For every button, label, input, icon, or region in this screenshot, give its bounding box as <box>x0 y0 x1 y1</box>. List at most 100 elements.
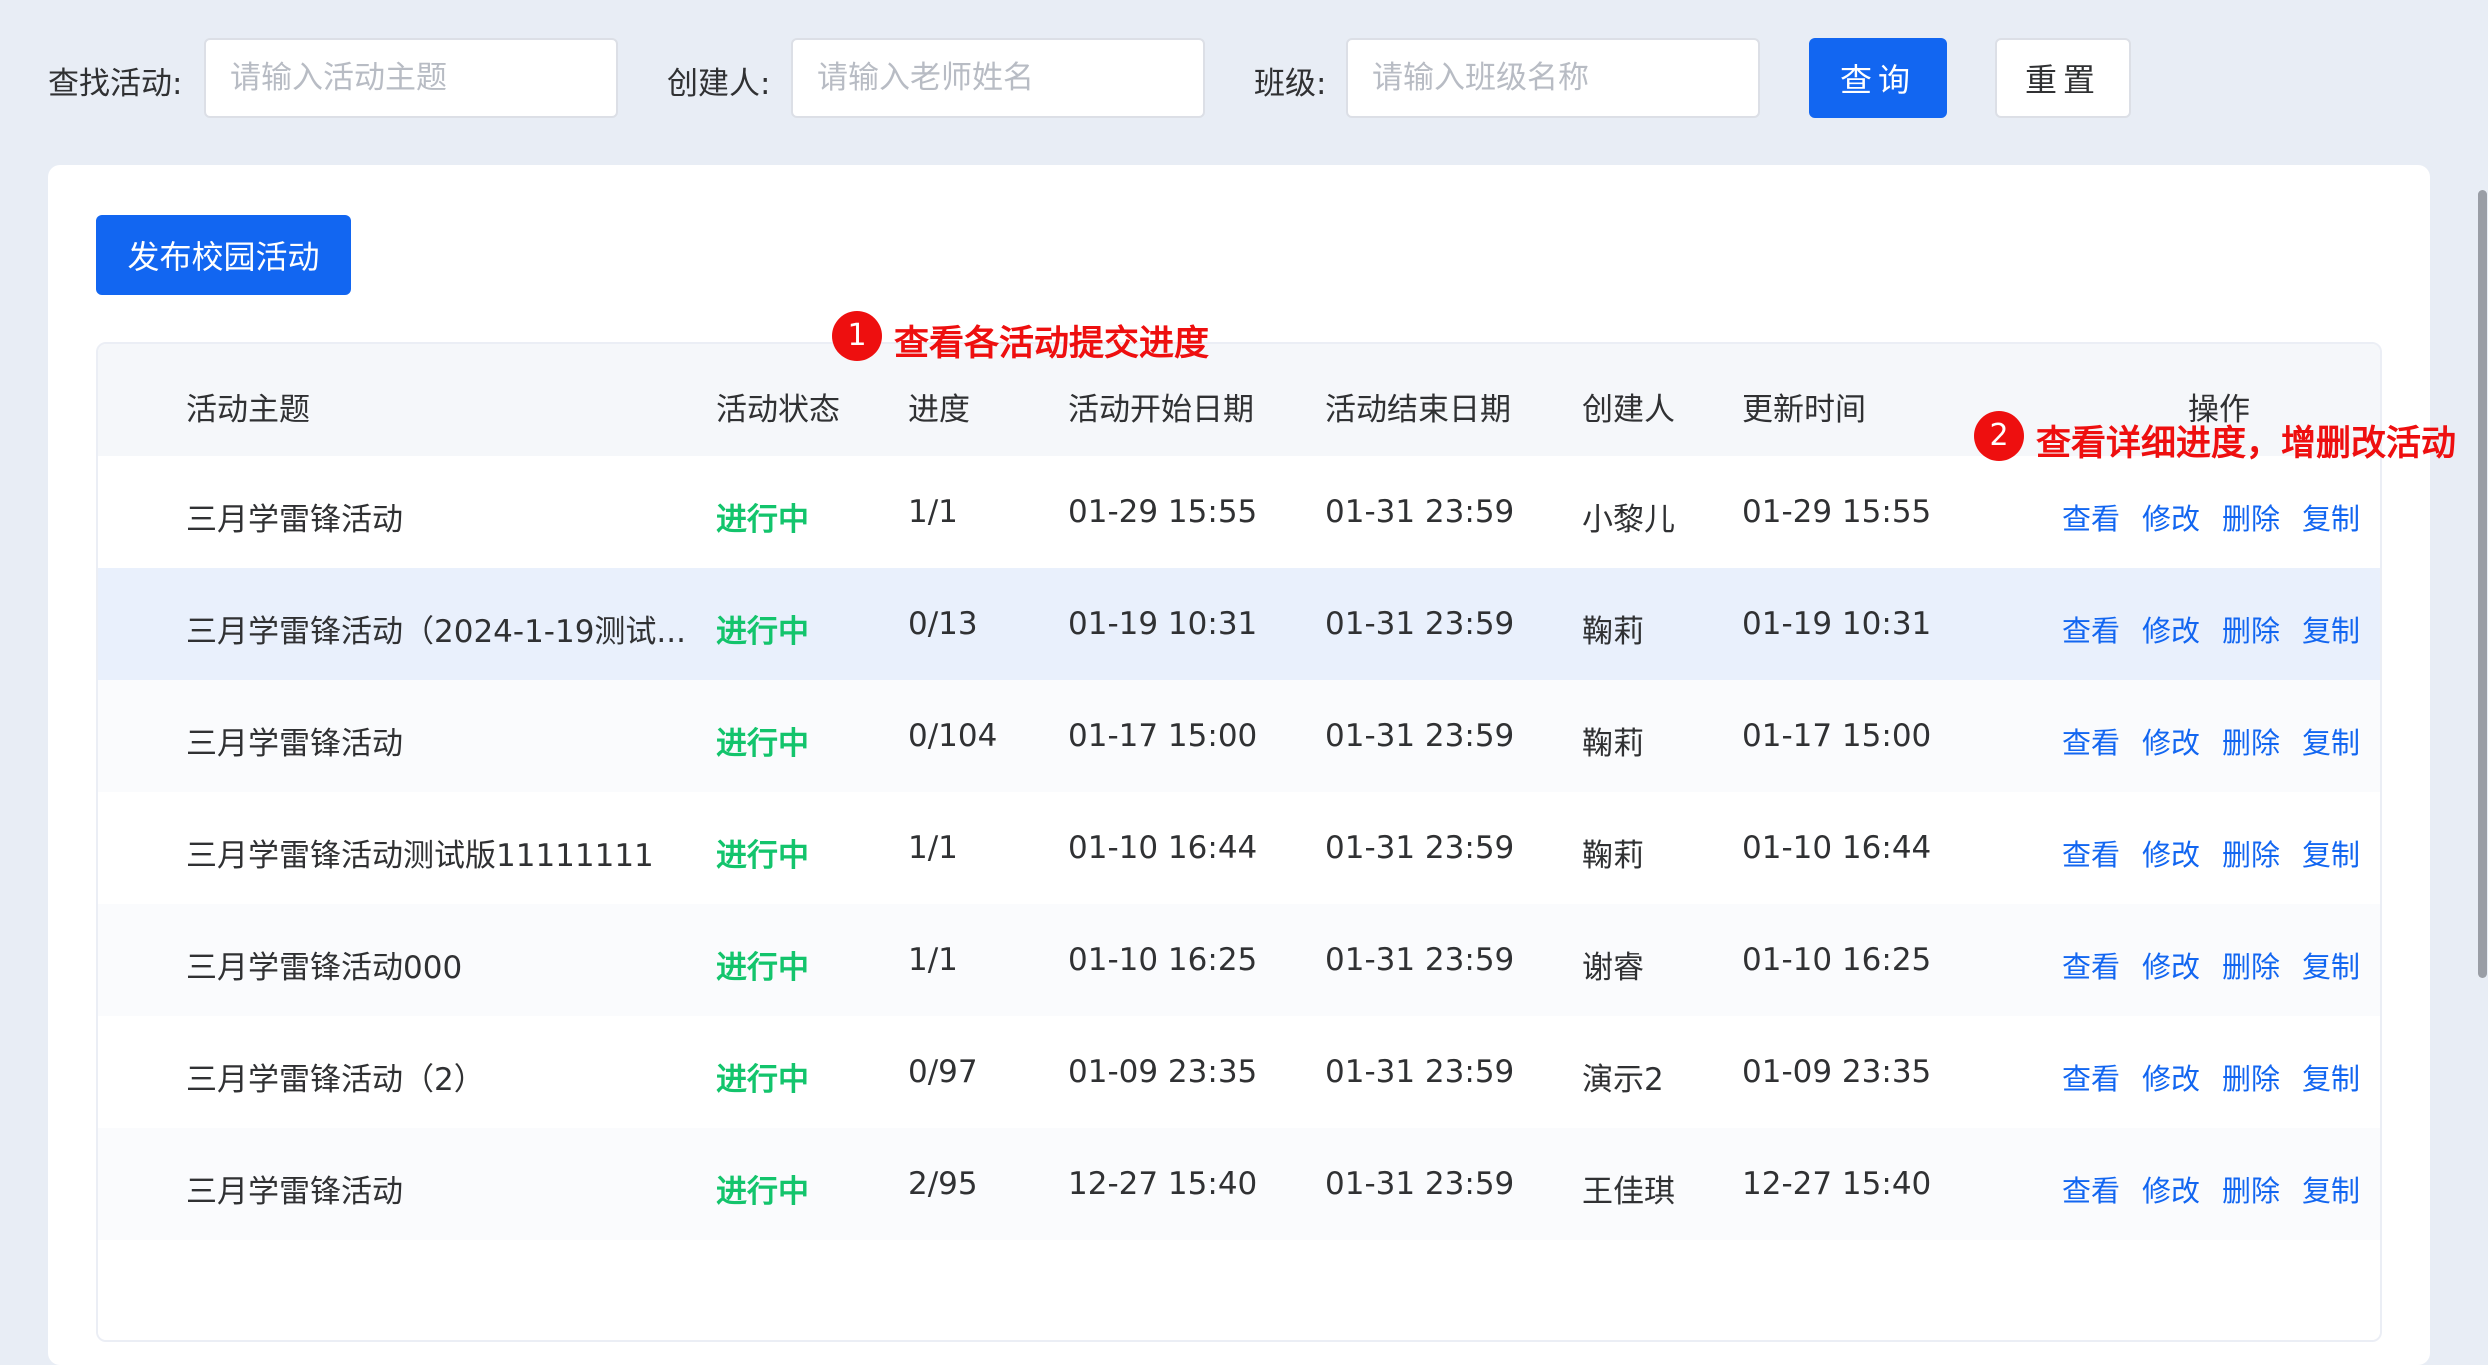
row-topic: 三月学雷锋活动 <box>186 726 403 762</box>
copy-link[interactable]: 复制 <box>2302 608 2360 650</box>
annotation-text: 查看各活动提交进度 <box>894 324 1210 364</box>
annotation-number-badge: 1 <box>832 311 882 361</box>
view-link[interactable]: 查看 <box>2062 720 2120 762</box>
delete-link[interactable]: 删除 <box>2222 832 2280 874</box>
edit-link[interactable]: 修改 <box>2142 1056 2200 1098</box>
view-link[interactable]: 查看 <box>2062 832 2120 874</box>
edit-link[interactable]: 修改 <box>2142 496 2200 538</box>
copy-link[interactable]: 复制 <box>2302 832 2360 874</box>
row-progress: 0/97 <box>908 1054 978 1090</box>
row-end-date: 01-31 23:59 <box>1325 830 1515 866</box>
row-updated-time: 01-19 10:31 <box>1742 606 1932 642</box>
table-row[interactable]: 三月学雷锋活动（2） 进行中 0/97 01-09 23:35 01-31 23… <box>98 1016 2380 1128</box>
header-status: 活动状态 <box>716 392 840 428</box>
row-progress: 2/95 <box>908 1166 978 1202</box>
creator-search-label: 创建人: <box>667 66 771 102</box>
header-creator: 创建人 <box>1582 392 1675 428</box>
copy-link[interactable]: 复制 <box>2302 1056 2360 1098</box>
view-link[interactable]: 查看 <box>2062 496 2120 538</box>
edit-link[interactable]: 修改 <box>2142 608 2200 650</box>
row-end-date: 01-31 23:59 <box>1325 942 1515 978</box>
table-row[interactable]: 三月学雷锋活动 进行中 1/1 01-29 15:55 01-31 23:59 … <box>98 456 2380 568</box>
delete-link[interactable]: 删除 <box>2222 608 2280 650</box>
table-row[interactable]: 三月学雷锋活动000 进行中 1/1 01-10 16:25 01-31 23:… <box>98 904 2380 1016</box>
row-status: 进行中 <box>716 838 809 874</box>
delete-link[interactable]: 删除 <box>2222 496 2280 538</box>
row-end-date: 01-31 23:59 <box>1325 494 1515 530</box>
row-start-date: 01-10 16:44 <box>1068 830 1258 866</box>
edit-link[interactable]: 修改 <box>2142 1168 2200 1210</box>
table-row[interactable]: 三月学雷锋活动 进行中 2/95 12-27 15:40 01-31 23:59… <box>98 1128 2380 1240</box>
row-status: 进行中 <box>716 1062 809 1098</box>
annotation-number-badge: 2 <box>1974 411 2024 461</box>
row-progress: 0/13 <box>908 606 978 642</box>
activity-search-label: 查找活动: <box>48 66 183 102</box>
row-creator: 王佳琪 <box>1582 1174 1675 1210</box>
delete-link[interactable]: 删除 <box>2222 1056 2280 1098</box>
header-updated-time: 更新时间 <box>1742 392 1866 428</box>
row-start-date: 01-29 15:55 <box>1068 494 1258 530</box>
edit-link[interactable]: 修改 <box>2142 720 2200 762</box>
view-link[interactable]: 查看 <box>2062 608 2120 650</box>
row-updated-time: 01-10 16:44 <box>1742 830 1932 866</box>
annotation-text: 查看详细进度，增删改活动 <box>2036 424 2457 464</box>
row-creator: 鞠莉 <box>1582 614 1644 650</box>
row-topic: 三月学雷锋活动（2） <box>186 1062 485 1098</box>
row-status: 进行中 <box>716 502 809 538</box>
reset-button[interactable]: 重置 <box>1995 38 2131 118</box>
activity-table: 活动主题 活动状态 进度 活动开始日期 活动结束日期 创建人 更新时间 操作 三… <box>96 342 2382 1342</box>
copy-link[interactable]: 复制 <box>2302 720 2360 762</box>
table-row-partial[interactable] <box>98 1240 2380 1340</box>
header-topic: 活动主题 <box>186 392 310 428</box>
row-end-date: 01-31 23:59 <box>1325 1054 1515 1090</box>
row-creator: 演示2 <box>1582 1062 1664 1098</box>
row-topic: 三月学雷锋活动 <box>186 502 403 538</box>
table-row[interactable]: 三月学雷锋活动（2024-1-19测试... 进行中 0/13 01-19 10… <box>98 568 2380 680</box>
row-start-date: 01-09 23:35 <box>1068 1054 1258 1090</box>
activity-search-input[interactable] <box>204 38 618 118</box>
row-status: 进行中 <box>716 950 809 986</box>
row-creator: 鞠莉 <box>1582 838 1644 874</box>
row-updated-time: 01-29 15:55 <box>1742 494 1932 530</box>
delete-link[interactable]: 删除 <box>2222 944 2280 986</box>
row-creator: 谢睿 <box>1582 950 1644 986</box>
row-status: 进行中 <box>716 614 809 650</box>
publish-activity-button[interactable]: 发布校园活动 <box>96 215 351 295</box>
row-progress: 1/1 <box>908 830 958 866</box>
view-link[interactable]: 查看 <box>2062 1056 2120 1098</box>
header-start-date: 活动开始日期 <box>1068 392 1254 428</box>
row-start-date: 01-17 15:00 <box>1068 718 1258 754</box>
delete-link[interactable]: 删除 <box>2222 1168 2280 1210</box>
copy-link[interactable]: 复制 <box>2302 944 2360 986</box>
row-status: 进行中 <box>716 1174 809 1210</box>
row-topic: 三月学雷锋活动（2024-1-19测试... <box>186 614 686 650</box>
table-row[interactable]: 三月学雷锋活动测试版11111111 进行中 1/1 01-10 16:44 0… <box>98 792 2380 904</box>
delete-link[interactable]: 删除 <box>2222 720 2280 762</box>
activity-panel: 发布校园活动 活动主题 活动状态 进度 活动开始日期 活动结束日期 创建人 更新… <box>48 165 2430 1365</box>
page-scrollbar-thumb[interactable] <box>2478 190 2487 978</box>
row-creator: 鞠莉 <box>1582 726 1644 762</box>
copy-link[interactable]: 复制 <box>2302 496 2360 538</box>
edit-link[interactable]: 修改 <box>2142 832 2200 874</box>
header-end-date: 活动结束日期 <box>1325 392 1511 428</box>
row-progress: 1/1 <box>908 942 958 978</box>
view-link[interactable]: 查看 <box>2062 944 2120 986</box>
query-button[interactable]: 查询 <box>1809 38 1947 118</box>
row-updated-time: 12-27 15:40 <box>1742 1166 1932 1202</box>
view-link[interactable]: 查看 <box>2062 1168 2120 1210</box>
copy-link[interactable]: 复制 <box>2302 1168 2360 1210</box>
search-bar: 查找活动: 创建人: 班级: 查询 重置 <box>0 0 2488 160</box>
creator-search-input[interactable] <box>791 38 1205 118</box>
header-progress: 进度 <box>908 392 970 428</box>
row-updated-time: 01-10 16:25 <box>1742 942 1932 978</box>
row-start-date: 01-19 10:31 <box>1068 606 1258 642</box>
edit-link[interactable]: 修改 <box>2142 944 2200 986</box>
row-topic: 三月学雷锋活动 <box>186 1174 403 1210</box>
class-search-input[interactable] <box>1346 38 1760 118</box>
row-end-date: 01-31 23:59 <box>1325 1166 1515 1202</box>
row-creator: 小黎儿 <box>1582 502 1675 538</box>
row-start-date: 01-10 16:25 <box>1068 942 1258 978</box>
table-row[interactable]: 三月学雷锋活动 进行中 0/104 01-17 15:00 01-31 23:5… <box>98 680 2380 792</box>
row-start-date: 12-27 15:40 <box>1068 1166 1258 1202</box>
row-updated-time: 01-09 23:35 <box>1742 1054 1932 1090</box>
